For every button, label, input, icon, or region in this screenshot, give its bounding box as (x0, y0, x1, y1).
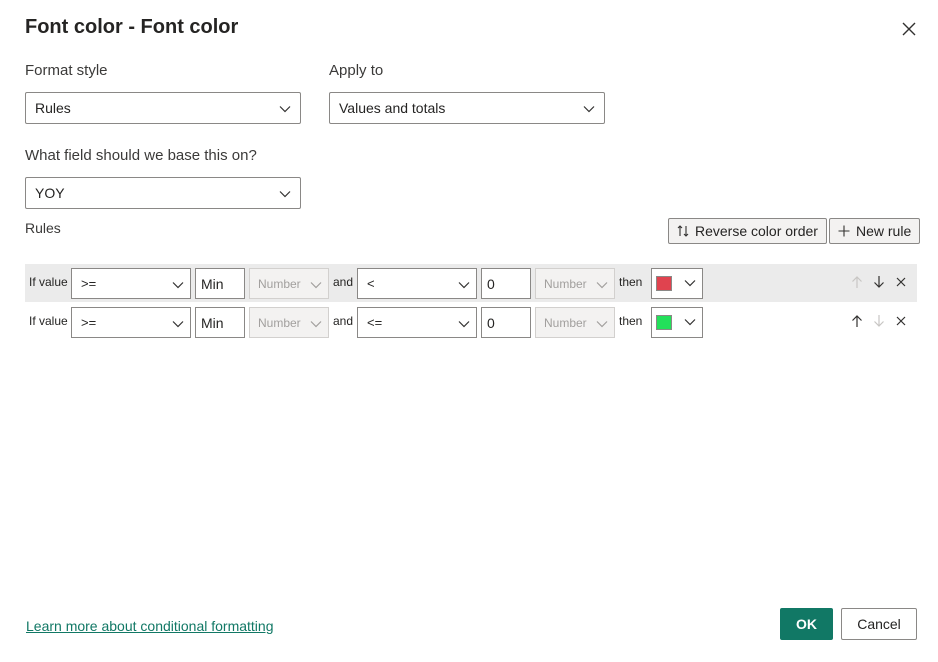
cancel-button[interactable]: Cancel (841, 608, 917, 640)
operator-1-select[interactable]: >= (71, 268, 191, 299)
plus-icon (838, 225, 850, 237)
value-2-type: Number (544, 315, 587, 330)
dialog-title: Font color - Font color (25, 16, 239, 38)
chevron-down-icon (595, 317, 609, 334)
chevron-down-icon (457, 278, 471, 295)
chevron-down-icon (309, 317, 323, 334)
close-icon[interactable] (898, 18, 920, 40)
chevron-down-icon (683, 276, 697, 295)
sort-arrows-icon (677, 224, 689, 238)
rules-label: Rules (25, 220, 61, 236)
and-label: and (333, 275, 354, 289)
chevron-down-icon (171, 278, 185, 295)
arrow-up-icon (850, 275, 864, 289)
learn-more-link[interactable]: Learn more about conditional formatting (26, 618, 273, 634)
base-field-value: YOY (35, 185, 65, 201)
apply-to-value: Values and totals (339, 100, 446, 116)
operator-1-select[interactable]: >= (71, 307, 191, 338)
apply-to-dropdown[interactable]: Values and totals (329, 92, 605, 124)
value-2-type-select[interactable]: Number (535, 307, 615, 338)
reverse-color-order-label: Reverse color order (695, 223, 818, 239)
operator-2-value: < (367, 276, 375, 291)
color-swatch (656, 315, 672, 330)
operator-1-value: >= (81, 276, 97, 291)
value-1-input[interactable]: Min (195, 307, 245, 338)
value-2-input[interactable]: 0 (481, 268, 531, 299)
arrow-down-icon (872, 314, 886, 328)
chevron-down-icon (278, 102, 292, 119)
rule-row: If value >= Min Number and < 0 Number th… (25, 264, 917, 302)
chevron-down-icon (278, 187, 292, 204)
value-1-type: Number (258, 276, 301, 291)
color-picker[interactable] (651, 268, 703, 299)
new-rule-button[interactable]: New rule (829, 218, 921, 244)
chevron-down-icon (595, 278, 609, 295)
value-2-type: Number (544, 276, 587, 291)
if-value-label: If value (29, 314, 68, 328)
chevron-down-icon (309, 278, 323, 295)
apply-to-label: Apply to (329, 62, 384, 79)
operator-2-select[interactable]: <= (357, 307, 477, 338)
reverse-color-order-button[interactable]: Reverse color order (668, 218, 827, 244)
conditional-format-dialog: Font color - Font color Format style Rul… (0, 0, 938, 662)
operator-2-select[interactable]: < (357, 268, 477, 299)
operator-2-value: <= (367, 315, 383, 330)
value-2-type-select[interactable]: Number (535, 268, 615, 299)
chevron-down-icon (582, 102, 596, 119)
and-label: and (333, 314, 354, 328)
value-1-type-select[interactable]: Number (249, 268, 329, 299)
color-swatch (656, 276, 672, 291)
format-style-label: Format style (25, 62, 108, 79)
value-1-type-select[interactable]: Number (249, 307, 329, 338)
base-field-dropdown[interactable]: YOY (25, 177, 301, 209)
new-rule-label: New rule (856, 223, 912, 239)
base-field-label: What field should we base this on? (25, 147, 257, 164)
arrow-down-icon[interactable] (872, 275, 886, 289)
ok-button[interactable]: OK (780, 608, 833, 640)
format-style-dropdown[interactable]: Rules (25, 92, 301, 124)
color-picker[interactable] (651, 307, 703, 338)
arrow-up-icon[interactable] (850, 314, 864, 328)
value-1-input[interactable]: Min (195, 268, 245, 299)
rule-row: If value >= Min Number and <= 0 Number t… (25, 303, 917, 341)
delete-rule-icon[interactable] (894, 314, 908, 328)
chevron-down-icon (683, 315, 697, 334)
delete-rule-icon[interactable] (894, 275, 908, 289)
chevron-down-icon (457, 317, 471, 334)
operator-1-value: >= (81, 315, 97, 330)
then-label: then (619, 275, 643, 289)
then-label: then (619, 314, 643, 328)
format-style-value: Rules (35, 100, 71, 116)
chevron-down-icon (171, 317, 185, 334)
if-value-label: If value (29, 275, 68, 289)
value-1-type: Number (258, 315, 301, 330)
value-2-input[interactable]: 0 (481, 307, 531, 338)
